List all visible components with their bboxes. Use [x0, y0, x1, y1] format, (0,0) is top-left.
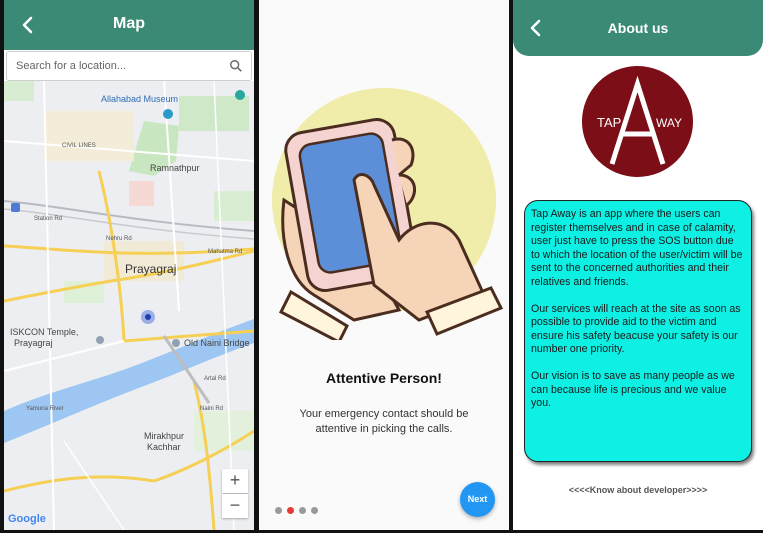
search-input[interactable]: Search for a location...	[6, 51, 252, 81]
about-card: Tap Away is an app where the users can r…	[524, 200, 752, 462]
know-developer-link[interactable]: <<<<Know about developer>>>>	[513, 485, 763, 495]
google-attribution: Google	[8, 513, 46, 525]
bridge-icon[interactable]	[172, 339, 180, 347]
map-label-ramnathpur: Ramnathpur	[150, 163, 200, 173]
road-label: Naini Rd	[200, 406, 224, 412]
poi-pin-icon[interactable]	[235, 90, 245, 100]
map-canvas	[4, 81, 254, 530]
map-label-prayagraj: Prayagraj	[125, 262, 177, 276]
page-dot-active[interactable]	[287, 507, 294, 514]
onboarding-description: Your emergency contact should be attenti…	[299, 408, 469, 435]
zoom-in-button[interactable]: +	[222, 469, 248, 493]
tap-away-logo: TAP WAY	[582, 66, 693, 177]
about-app-bar: About us	[513, 0, 763, 56]
page-dot[interactable]	[311, 507, 318, 514]
map-screen: Map Search for a location... Allahabad M…	[4, 0, 254, 530]
about-paragraph: Tap Away is an app where the users can r…	[531, 208, 743, 288]
page-title: Map	[113, 15, 145, 32]
map-label-kachhar: Kachhar	[147, 442, 181, 452]
page-dot[interactable]	[299, 507, 306, 514]
map-app-bar: Map	[4, 0, 254, 50]
onboarding-title: Attentive Person!	[326, 370, 442, 386]
page-indicator	[275, 507, 318, 514]
map-label-civil-lines: CIVIL LINES	[62, 143, 96, 149]
next-button[interactable]: Next	[460, 482, 495, 517]
road-label: Station Rd	[34, 216, 63, 222]
onboarding-screen: Attentive Person! Your emergency contact…	[259, 0, 509, 530]
map-label-iskcon: ISKCON Temple,	[10, 327, 79, 337]
temple-icon[interactable]	[96, 336, 104, 344]
map-label-bridge: Old Naini Bridge	[184, 338, 250, 348]
logo-text-left: TAP	[597, 115, 621, 130]
phone-hand-illustration	[272, 88, 504, 340]
page-title: About us	[607, 20, 669, 36]
logo-text-right: WAY	[656, 116, 682, 130]
search-placeholder: Search for a location...	[16, 60, 127, 72]
road-label: Nehru Rd	[106, 236, 132, 242]
map-label-iskcon-city: Prayagraj	[14, 338, 53, 348]
page-dot[interactable]	[275, 507, 282, 514]
zoom-out-button[interactable]: −	[222, 494, 248, 518]
road-label: Artal Rd	[204, 376, 226, 382]
station-icon[interactable]	[11, 203, 20, 212]
search-icon[interactable]	[229, 59, 243, 73]
about-paragraph: Our services will reach at the site as s…	[531, 302, 741, 356]
about-screen: About us TAP WAY Tap Away is an app wher…	[513, 0, 763, 530]
about-paragraph: Our vision is to save as many people as …	[531, 369, 735, 410]
road-label: Mahatma Rd	[208, 249, 243, 255]
river-label: Yamuna River	[26, 406, 64, 412]
google-logo: Google	[8, 513, 46, 525]
map-view[interactable]: Allahabad Museum CIVIL LINES Ramnathpur …	[4, 81, 254, 530]
map-label-museum: Allahabad Museum	[101, 94, 179, 104]
museum-pin-icon[interactable]	[163, 109, 173, 119]
map-label-mirakhpur: Mirakhpur	[144, 431, 185, 441]
